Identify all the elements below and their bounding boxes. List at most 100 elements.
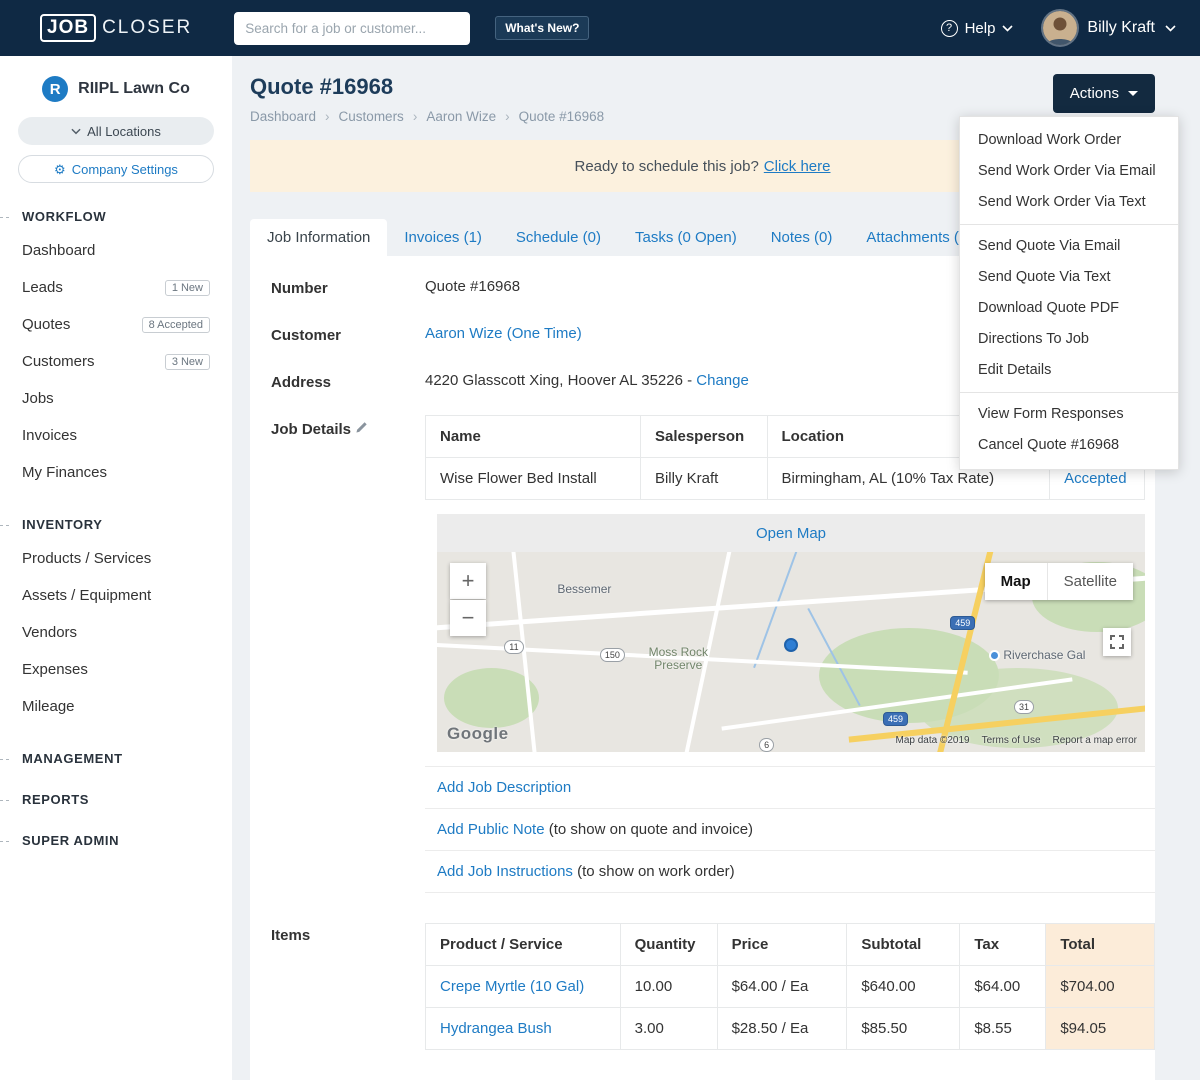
terms-of-use-link[interactable]: Terms of Use — [982, 735, 1041, 746]
items-col-price: Price — [716, 923, 848, 966]
page-header: Quote #16968 Dashboard › Customers › Aar… — [250, 56, 1179, 470]
section-header-inventory: INVENTORY — [0, 517, 232, 532]
sidebar-item-assets-equipment[interactable]: Assets / Equipment — [0, 577, 232, 614]
address-change-link[interactable]: Change — [696, 372, 749, 389]
items-header-row: Product / Service Quantity Price Subtota… — [425, 923, 1155, 966]
breadcrumb-customer-name[interactable]: Aaron Wize — [426, 109, 496, 124]
section-header-workflow: WORKFLOW — [0, 209, 232, 224]
company-settings-button[interactable]: ⚙ Company Settings — [18, 155, 214, 183]
map-type-satellite-button[interactable]: Satellite — [1047, 563, 1133, 600]
item-product-link[interactable]: Crepe Myrtle (10 Gal) — [440, 978, 584, 995]
add-job-instructions-link[interactable]: Add Job Instructions — [437, 863, 573, 880]
menu-item-send-quote-email[interactable]: Send Quote Via Email — [960, 231, 1178, 262]
zoom-out-button[interactable]: − — [450, 600, 486, 636]
leads-badge: 1 New — [164, 279, 210, 296]
sidebar-item-jobs[interactable]: Jobs — [0, 380, 232, 417]
item-quantity: 10.00 — [619, 965, 718, 1008]
section-header-reports[interactable]: REPORTS — [0, 792, 232, 807]
job-location-marker — [783, 638, 798, 652]
route-shield-11: 11 — [504, 640, 524, 654]
topbar: JOB CLOSER What's New? ? Help Billy Kraf… — [0, 0, 1200, 56]
sidebar-item-dashboard[interactable]: Dashboard — [0, 232, 232, 269]
tab-notes[interactable]: Notes (0) — [754, 219, 850, 256]
item-row: Hydrangea Bush 3.00 $28.50 / Ea $85.50 $… — [425, 1007, 1155, 1050]
menu-item-send-work-order-text[interactable]: Send Work Order Via Text — [960, 187, 1178, 218]
item-product-link[interactable]: Hydrangea Bush — [440, 1020, 552, 1037]
page-title: Quote #16968 — [250, 74, 394, 99]
menu-item-cancel-quote[interactable]: Cancel Quote #16968 — [960, 430, 1178, 461]
item-tax: $8.55 — [959, 1007, 1047, 1050]
actions-button[interactable]: Actions — [1052, 74, 1155, 113]
map-canvas[interactable]: Bessemer 11 150 Moss Rock Preserve 459 4… — [437, 552, 1145, 752]
help-menu[interactable]: ? Help — [940, 19, 1014, 37]
route-shield-459: 459 — [883, 712, 909, 726]
app-logo[interactable]: JOB CLOSER — [40, 14, 192, 42]
tab-job-information[interactable]: Job Information — [250, 219, 388, 256]
add-job-description-row: Add Job Description — [425, 766, 1155, 808]
customer-link[interactable]: Aaron Wize — [425, 325, 503, 342]
number-label: Number — [271, 280, 328, 297]
job-salesperson-cell: Billy Kraft — [639, 457, 768, 500]
pencil-edit-icon[interactable] — [355, 421, 368, 434]
item-price: $28.50 / Ea — [716, 1007, 848, 1050]
add-job-instructions-row: Add Job Instructions (to show on work or… — [425, 850, 1155, 893]
tab-tasks[interactable]: Tasks (0 Open) — [618, 219, 754, 256]
banner-click-here-link[interactable]: Click here — [764, 158, 831, 175]
job-details-label: Job Details — [271, 419, 425, 438]
sidebar-item-mileage[interactable]: Mileage — [0, 688, 232, 725]
report-map-error-link[interactable]: Report a map error — [1053, 735, 1137, 746]
menu-item-directions-to-job[interactable]: Directions To Job — [960, 324, 1178, 355]
menu-item-send-work-order-email[interactable]: Send Work Order Via Email — [960, 156, 1178, 187]
company-header: R RIIPL Lawn Co — [0, 76, 232, 102]
help-icon: ? — [940, 19, 958, 37]
add-job-description-link[interactable]: Add Job Description — [437, 779, 571, 796]
tab-invoices[interactable]: Invoices (1) — [387, 219, 499, 256]
add-public-note-link[interactable]: Add Public Note — [437, 821, 545, 838]
fullscreen-button[interactable] — [1103, 628, 1131, 656]
breadcrumb-dashboard[interactable]: Dashboard — [250, 109, 316, 124]
sidebar-item-products-services[interactable]: Products / Services — [0, 540, 232, 577]
items-col-tax: Tax — [959, 923, 1047, 966]
nav-label: My Finances — [22, 464, 108, 481]
map-label-bessemer: Bessemer — [557, 582, 612, 596]
sidebar-item-invoices[interactable]: Invoices — [0, 417, 232, 454]
menu-item-edit-details[interactable]: Edit Details — [960, 355, 1178, 386]
fullscreen-icon — [1110, 635, 1124, 649]
menu-item-view-form-responses[interactable]: View Form Responses — [960, 399, 1178, 430]
sidebar-item-my-finances[interactable]: My Finances — [0, 454, 232, 491]
nav-label: Quotes — [22, 316, 71, 333]
section-header-management[interactable]: MANAGEMENT — [0, 751, 232, 766]
user-menu[interactable]: Billy Kraft — [1043, 11, 1176, 45]
sidebar-item-leads[interactable]: Leads 1 New — [0, 269, 232, 306]
zoom-in-button[interactable]: + — [450, 563, 486, 599]
logo-job-box: JOB — [40, 14, 97, 42]
open-map-link[interactable]: Open Map — [756, 525, 826, 542]
sidebar-item-quotes[interactable]: Quotes 8 Accepted — [0, 306, 232, 343]
sidebar-item-customers[interactable]: Customers 3 New — [0, 343, 232, 380]
gear-icon: ⚙ — [54, 161, 66, 177]
breadcrumb-customers[interactable]: Customers — [339, 109, 404, 124]
item-row: Crepe Myrtle (10 Gal) 10.00 $64.00 / Ea … — [425, 965, 1155, 1008]
nav-label: Assets / Equipment — [22, 587, 152, 604]
location-selector[interactable]: All Locations — [18, 117, 214, 145]
search-input[interactable] — [234, 11, 471, 45]
sidebar-item-expenses[interactable]: Expenses — [0, 651, 232, 688]
nav-label: Invoices — [22, 427, 78, 444]
tab-schedule[interactable]: Schedule (0) — [499, 219, 618, 256]
breadcrumb-separator: › — [505, 109, 510, 124]
section-header-super-admin[interactable]: SUPER ADMIN — [0, 833, 232, 848]
menu-item-send-quote-text[interactable]: Send Quote Via Text — [960, 262, 1178, 293]
map-type-map-button[interactable]: Map — [984, 563, 1048, 600]
map-label-riverchase: Riverchase Gal — [1003, 648, 1086, 662]
quotes-badge: 8 Accepted — [141, 316, 210, 333]
avatar — [1043, 11, 1078, 45]
menu-item-download-work-order[interactable]: Download Work Order — [960, 125, 1178, 156]
menu-item-download-quote-pdf[interactable]: Download Quote PDF — [960, 293, 1178, 324]
main-content: Quote #16968 Dashboard › Customers › Aar… — [232, 56, 1200, 1080]
field-job-details: Job Details Name Salesperson Location Wi… — [271, 405, 1155, 907]
whats-new-button[interactable]: What's New? — [495, 16, 590, 40]
sidebar-item-vendors[interactable]: Vendors — [0, 614, 232, 651]
customer-type-link[interactable]: (One Time) — [507, 325, 582, 342]
map-card: Open Map Bessemer 11 150 Moss Rock Prese… — [437, 514, 1145, 752]
map-attribution: Map data ©2019 Terms of Use Report a map… — [896, 735, 1137, 746]
